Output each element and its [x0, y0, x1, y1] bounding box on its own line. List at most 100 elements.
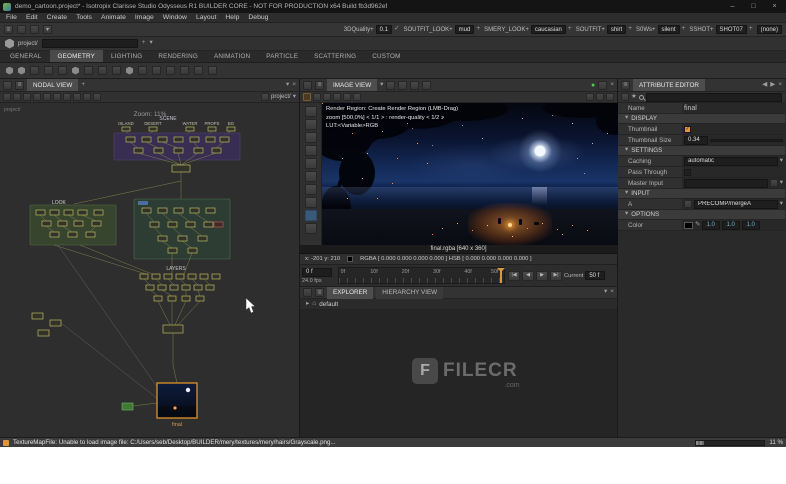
nodal-breadcrumb[interactable]: project/ — [271, 94, 291, 100]
go-start-button[interactable]: |◀ — [508, 270, 520, 281]
filter-icon[interactable] — [621, 93, 629, 101]
view-option-icon[interactable] — [586, 93, 594, 101]
dropdown-icon[interactable]: ▾ — [293, 93, 296, 101]
pen-icon[interactable]: ✎ — [695, 221, 700, 229]
nodal-tool-icon[interactable] — [3, 93, 11, 101]
shelf-tool-icon[interactable] — [166, 66, 175, 75]
input-a-field[interactable]: PRECOMP/mergeA — [694, 199, 778, 209]
dropdown-icon[interactable]: ▾ — [149, 40, 152, 47]
shelf-tool-icon[interactable] — [30, 66, 39, 75]
layers-nodes[interactable] — [139, 273, 221, 302]
folder-icon[interactable] — [261, 93, 270, 101]
section-collapse-icon[interactable]: ▾ — [625, 190, 628, 197]
nodal-tool-icon[interactable] — [33, 93, 41, 101]
tab-nodal-view[interactable]: NODAL VIEW — [27, 79, 79, 91]
frame-tool-icon[interactable] — [304, 145, 317, 156]
crosshair-tool-icon[interactable] — [304, 171, 317, 182]
tab-hierarchy-view[interactable]: HIERARCHY VIEW — [376, 286, 444, 299]
menu-create[interactable]: Create — [47, 14, 67, 21]
tab-explorer[interactable]: EXPLORER — [327, 286, 374, 299]
mery-look-value[interactable]: caucasian — [530, 25, 566, 34]
back-arrow-icon[interactable]: ◀ — [762, 81, 767, 89]
pin-tool-icon[interactable] — [304, 197, 317, 208]
section-display[interactable]: ▾ DISPLAY — [618, 114, 785, 124]
master-input-field[interactable] — [684, 178, 768, 188]
timeline-ruler[interactable]: 0f 10f 20f 30f 40f 50f — [338, 267, 505, 284]
panel-icon[interactable] — [3, 80, 12, 90]
plus-icon[interactable]: + — [476, 26, 480, 33]
menu-layout[interactable]: Layout — [196, 14, 216, 21]
color-swatch[interactable] — [684, 221, 693, 229]
shelf-tool-icon[interactable] — [126, 66, 133, 75]
color-g-field[interactable]: 1.0 — [722, 220, 741, 230]
close-button[interactable]: × — [766, 1, 783, 12]
view-option-icon[interactable] — [323, 93, 331, 101]
grid-tool-icon[interactable] — [304, 184, 317, 195]
plus-icon[interactable]: + — [682, 26, 686, 33]
menu-edit[interactable]: Edit — [26, 14, 38, 21]
outfit-look-value[interactable]: mud — [454, 25, 475, 34]
view-tool-icon[interactable] — [386, 80, 396, 90]
sows-value[interactable]: silent — [657, 25, 680, 34]
play-button[interactable]: ▶ — [536, 270, 548, 281]
nodal-tool-icon[interactable] — [93, 93, 101, 101]
caching-dropdown[interactable]: automatic — [684, 156, 778, 166]
menu-icon[interactable]: ≡ — [4, 25, 13, 34]
shelf-tool-icon[interactable] — [208, 66, 217, 75]
shelf-tool-icon[interactable] — [58, 66, 67, 75]
final-image-node[interactable] — [156, 382, 198, 419]
scene-top-nodes[interactable] — [121, 126, 236, 132]
view-tool-icon[interactable] — [410, 80, 420, 90]
close-icon[interactable]: × — [610, 289, 614, 296]
green-input-node[interactable] — [121, 402, 134, 411]
nodal-tool-icon[interactable] — [63, 93, 71, 101]
merge-node[interactable] — [162, 324, 184, 334]
menu-animate[interactable]: Animate — [101, 14, 126, 21]
shelf-tool-icon[interactable] — [98, 66, 107, 75]
shelf-tool-icon[interactable] — [138, 66, 147, 75]
tab-attribute-editor[interactable]: ATTRIBUTE EDITOR — [633, 79, 705, 91]
tab-lighting[interactable]: LIGHTING — [103, 50, 150, 62]
view-tool-icon[interactable] — [422, 80, 432, 90]
go-end-button[interactable]: ▶| — [550, 270, 562, 281]
dropdown-icon[interactable]: ▾ — [286, 81, 289, 89]
close-icon[interactable]: × — [292, 81, 296, 89]
menu-icon[interactable]: ≡ — [315, 288, 324, 297]
menu-image[interactable]: Image — [135, 14, 154, 21]
dropdown-icon[interactable]: ▾ — [780, 200, 783, 208]
minimize-button[interactable]: – — [724, 1, 741, 12]
select-tool-icon[interactable] — [304, 106, 317, 117]
plus-icon[interactable]: + — [142, 40, 146, 47]
close-icon[interactable]: × — [778, 81, 782, 89]
dropdown-icon[interactable]: ▾ — [604, 289, 607, 296]
section-collapse-icon[interactable]: ▾ — [625, 147, 628, 154]
maximize-button[interactable]: □ — [745, 1, 762, 12]
pick-node-icon[interactable] — [769, 179, 778, 187]
shelf-tool-icon[interactable] — [152, 66, 161, 75]
shelf-tool-icon[interactable] — [112, 66, 121, 75]
menu-tools[interactable]: Tools — [76, 14, 92, 21]
explorer-row-default[interactable]: ▸ ⌂ default — [300, 299, 617, 310]
menu-window[interactable]: Window — [163, 14, 187, 21]
star-icon[interactable]: ★ — [631, 93, 637, 101]
shelf-tool-icon[interactable] — [44, 66, 53, 75]
shelf-tool-icon[interactable] — [194, 66, 203, 75]
menu-file[interactable]: File — [6, 14, 17, 21]
view-tool-icon[interactable] — [598, 80, 608, 90]
nodal-tool-icon[interactable] — [73, 93, 81, 101]
section-options[interactable]: ▾ OPTIONS — [618, 210, 785, 220]
tab-rendering[interactable]: RENDERING — [150, 50, 206, 62]
plus-icon[interactable]: + — [81, 81, 85, 89]
tab-general[interactable]: GENERAL — [2, 50, 50, 62]
dropdown-icon[interactable]: ▾ — [380, 81, 383, 89]
zoom-tool-icon[interactable] — [304, 132, 317, 143]
node-graph-canvas[interactable]: project/ Zoom: 11% SCENE ISLAND DESERT W… — [0, 103, 299, 437]
nodal-tool-icon[interactable] — [43, 93, 51, 101]
outfit-value[interactable]: shirt — [606, 25, 627, 34]
dropdown-icon[interactable]: ▾ — [780, 157, 783, 165]
section-collapse-icon[interactable]: ▾ — [625, 115, 628, 122]
shelf-tool-icon[interactable] — [18, 66, 25, 75]
thumbnail-checkbox[interactable]: ✓ — [684, 125, 691, 133]
view-tool-icon[interactable] — [398, 80, 408, 90]
render-region-icon[interactable] — [303, 93, 311, 101]
